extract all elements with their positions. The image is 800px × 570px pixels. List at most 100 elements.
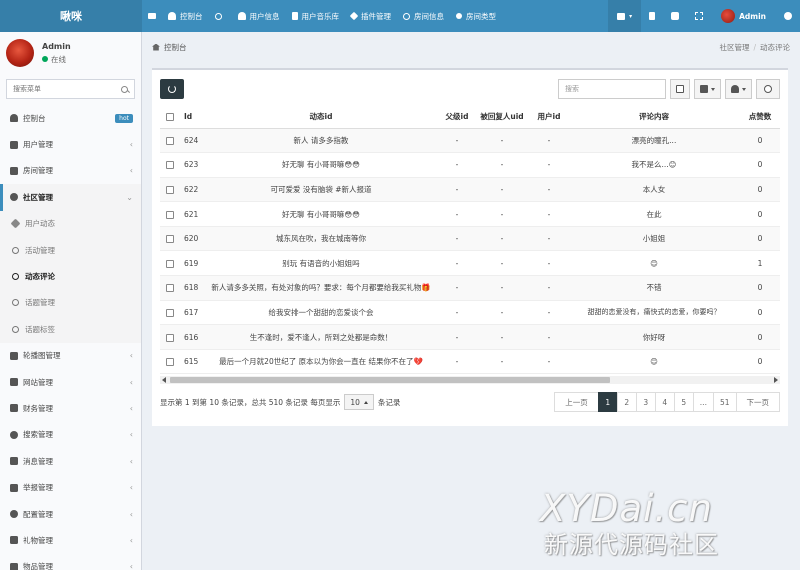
page-button-5[interactable]: 5 <box>673 392 694 412</box>
sidebar-toggle-button[interactable] <box>142 0 162 32</box>
sidebar-item-website[interactable]: 网站管理 ‹ <box>0 369 141 395</box>
toggle-view-button[interactable] <box>670 79 690 99</box>
row-checkbox[interactable] <box>166 259 174 268</box>
page-button-1[interactable]: 1 <box>597 392 618 412</box>
clear-cache-button[interactable] <box>641 0 663 32</box>
sidebar-item-activities[interactable]: 活动管理 <box>0 237 141 263</box>
row-select-cell <box>160 324 180 350</box>
horizontal-scrollbar[interactable] <box>160 376 780 384</box>
next-page-button[interactable]: 下一页 <box>735 392 780 412</box>
columns-button[interactable] <box>694 79 721 99</box>
fullscreen-button[interactable] <box>687 0 711 32</box>
scrollbar-thumb[interactable] <box>170 377 610 383</box>
topnav-item-music-library[interactable]: 用户音乐库 <box>286 0 346 32</box>
table-row[interactable]: 621 好无聊 有小哥哥嘛😳😳 - - - 在此 0 <box>160 201 780 227</box>
prev-page-button[interactable]: 上一页 <box>554 392 599 412</box>
table-row[interactable]: 616 生不逢时，爱不逢人，所到之处都是命数！ - - - 你好呀 0 <box>160 324 780 350</box>
breadcrumb-home[interactable]: 控制台 <box>164 42 187 53</box>
topnav-item-dashboard[interactable]: 控制台 <box>162 0 209 32</box>
search-icon[interactable] <box>121 85 128 93</box>
page-button-3[interactable]: 3 <box>635 392 656 412</box>
table-row[interactable]: 619 别玩 有语音的小姐姐吗 - - - 😊 1 <box>160 250 780 277</box>
column-header-likes[interactable]: 点赞数 <box>740 106 780 129</box>
topnav-item-user-info[interactable]: 用户信息 <box>232 0 286 32</box>
topnav-item-plugins[interactable]: 插件管理 <box>345 0 397 32</box>
more-menu-button[interactable]: ▾ <box>608 0 642 32</box>
column-header-parent-id[interactable]: 父级id <box>440 106 474 129</box>
app-logo[interactable]: 啾咪 <box>0 0 142 32</box>
sidebar-item-search[interactable]: 搜索管理 ‹ <box>0 422 141 448</box>
scroll-right-icon[interactable] <box>774 377 778 383</box>
sidebar-item-label: 消息管理 <box>23 456 53 466</box>
sidebar-item-rooms[interactable]: 房间管理 ‹ <box>0 158 141 184</box>
cell-content: 漂亮的瞳孔... <box>568 128 740 154</box>
export-button[interactable] <box>725 79 752 99</box>
sidebar-item-post-comments[interactable]: 动态评论 <box>0 263 141 289</box>
topnav-item-room-info[interactable]: 房间信息 <box>397 0 450 32</box>
sidebar-item-label: 礼物管理 <box>23 535 53 545</box>
row-checkbox[interactable] <box>166 161 174 170</box>
table-row[interactable]: 615 最后一个月就20世纪了 原本以为你会一直在 结果你不在了💔 - - - … <box>160 349 780 375</box>
cell-parent-id: - <box>440 349 474 375</box>
sidebar-item-label: 物品管理 <box>23 562 53 570</box>
sidebar-item-dashboard[interactable]: 控制台 hot <box>0 105 141 131</box>
topnav-label: 房间信息 <box>414 11 444 21</box>
column-header-user-id[interactable]: 用户id <box>530 106 568 129</box>
cell-post: 好无聊 有小哥哥嘛😳😳 <box>202 201 440 227</box>
row-checkbox[interactable] <box>166 308 174 317</box>
page-button-4[interactable]: 4 <box>654 392 675 412</box>
row-checkbox[interactable] <box>166 284 174 293</box>
advanced-search-button[interactable] <box>756 79 780 99</box>
row-checkbox[interactable] <box>166 210 174 219</box>
scroll-left-icon[interactable] <box>162 377 166 383</box>
table-search-input[interactable]: 搜索 <box>558 79 666 99</box>
sidebar-item-users[interactable]: 用户管理 ‹ <box>0 131 141 157</box>
row-checkbox[interactable] <box>166 358 174 367</box>
table-row[interactable]: 623 好无聊 有小哥哥嘛😳😳 - - - 我不是么...😊 0 <box>160 152 780 178</box>
topnav-item-circle[interactable] <box>209 0 232 32</box>
user-menu[interactable]: Admin <box>711 0 776 32</box>
sidebar-item-topics[interactable]: 话题管理 <box>0 290 141 316</box>
cell-id: 620 <box>180 226 202 252</box>
dot-icon <box>456 13 462 19</box>
control-sidebar-button[interactable] <box>776 0 800 32</box>
column-header-reply-uid[interactable]: 被回复人uid <box>474 106 530 129</box>
breadcrumb-parent[interactable]: 社区管理 <box>719 43 749 52</box>
column-header-id[interactable]: Id <box>180 106 202 129</box>
table-row[interactable]: 618 新人请多多关照，有处对象的吗？要求：每个月都要给我买礼物🎁 - - - … <box>160 275 780 301</box>
message-icon <box>10 457 18 466</box>
refresh-button[interactable] <box>160 79 184 99</box>
table-row[interactable]: 622 可可爱爱 没有脑袋 #新人报道 - - - 本人女 0 <box>160 177 780 203</box>
row-checkbox[interactable] <box>166 136 174 145</box>
topnav-item-room-type[interactable]: 房间类型 <box>450 0 502 32</box>
row-checkbox[interactable] <box>166 333 174 342</box>
column-header-post-id[interactable]: 动态id <box>202 106 440 129</box>
sidebar-search-input[interactable] <box>13 85 121 93</box>
page-button-2[interactable]: 2 <box>616 392 637 412</box>
theme-button[interactable] <box>663 0 687 32</box>
sidebar-item-community[interactable]: 社区管理 ⌄ <box>0 184 141 211</box>
sidebar-item-reports[interactable]: 举报管理 ‹ <box>0 474 141 500</box>
page-button-51[interactable]: 51 <box>712 392 737 412</box>
sidebar-item-finance[interactable]: 财务管理 ‹ <box>0 395 141 421</box>
table-row[interactable]: 620 城东风在吹，我在城南等你 - - - 小姐姐 0 <box>160 226 780 252</box>
sidebar-item-topic-tags[interactable]: 话题标签 <box>0 316 141 342</box>
sidebar-item-items[interactable]: 物品管理 ‹ <box>0 554 141 570</box>
pencil-icon <box>10 218 21 229</box>
sidebar-item-config[interactable]: 配置管理 ‹ <box>0 501 141 527</box>
page-size-select[interactable]: 10 <box>344 394 374 410</box>
row-checkbox[interactable] <box>166 235 174 244</box>
cell-reply-uid: - <box>474 250 530 277</box>
table-row[interactable]: 624 新人 请多多指教 - - - 漂亮的瞳孔... 0 <box>160 128 780 154</box>
row-select-cell <box>160 250 180 277</box>
cell-reply-uid: - <box>474 177 530 203</box>
fullscreen-icon <box>695 12 704 20</box>
select-all-checkbox[interactable] <box>166 113 174 122</box>
table-row[interactable]: 617 给我安排一个甜甜的恋爱谈个会 - - - 甜甜的恋爱没有，痛快式的恋爱，… <box>160 300 780 326</box>
sidebar-item-banners[interactable]: 轮播图管理 ‹ <box>0 343 141 369</box>
column-header-content[interactable]: 评论内容 <box>568 106 740 129</box>
row-checkbox[interactable] <box>166 185 174 194</box>
sidebar-item-gifts[interactable]: 礼物管理 ‹ <box>0 527 141 553</box>
sidebar-item-messages[interactable]: 消息管理 ‹ <box>0 448 141 474</box>
sidebar-item-user-posts[interactable]: 用户动态 <box>0 211 141 237</box>
